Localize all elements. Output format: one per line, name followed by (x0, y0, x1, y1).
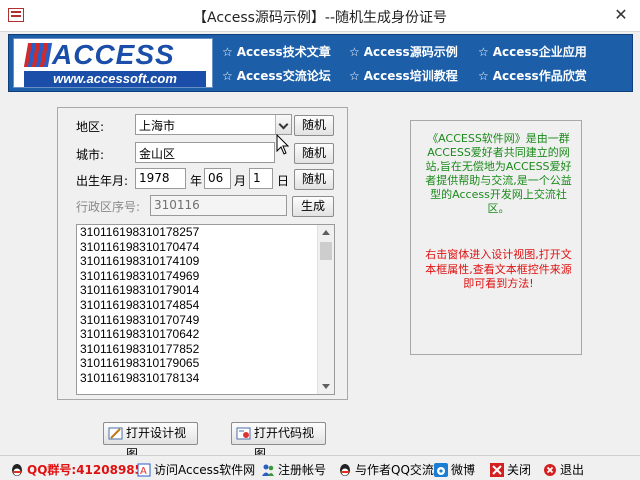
region-dropdown-icon[interactable] (275, 115, 291, 134)
window-title: 【Access源码示例】--随机生成身份证号 (192, 10, 448, 26)
weibo-link[interactable]: 微博 (434, 461, 475, 478)
seq-label: 行政区序号: (76, 200, 141, 214)
qq-chat-icon (340, 464, 350, 476)
list-item[interactable]: 310116198310174854 (77, 298, 334, 313)
day-field[interactable]: 1 (249, 168, 273, 189)
menu-source-samples[interactable]: ☆ Access源码示例 (349, 43, 458, 60)
menu-training[interactable]: ☆ Access培训教程 (349, 67, 458, 84)
list-item[interactable]: 310116198310170749 (77, 313, 334, 328)
star-icon: ☆ (222, 45, 233, 59)
star-icon: ☆ (222, 69, 233, 83)
star-icon: ☆ (478, 69, 489, 83)
list-item[interactable]: 310116198310179014 (77, 283, 334, 298)
users-icon (262, 464, 274, 476)
close-link[interactable]: 关闭 (490, 461, 531, 478)
region-combobox[interactable]: 上海市 (135, 114, 292, 135)
menu-enterprise-apps[interactable]: ☆ Access企业应用 (478, 43, 587, 60)
list-item[interactable]: 310116198310174109 (77, 254, 334, 269)
list-item[interactable]: 310116198310178257 (77, 225, 334, 240)
birth-random-button[interactable]: 随机 (294, 169, 334, 190)
title-bar: 【Access源码示例】--随机生成身份证号 ✕ (0, 0, 640, 32)
list-item[interactable]: 310116198310178134 (77, 371, 334, 386)
city-random-button[interactable]: 随机 (294, 143, 334, 164)
header-banner: ACCESS www.accessoft.com ☆ Access技术文章 ☆ Ac… (8, 34, 633, 92)
year-field[interactable]: 1978 (135, 168, 186, 189)
region-random-button[interactable]: 随机 (294, 115, 334, 136)
city-field[interactable]: 金山区 (135, 142, 275, 163)
star-icon: ☆ (349, 45, 360, 59)
scroll-thumb[interactable] (320, 242, 332, 260)
access-logo[interactable]: ACCESS www.accessoft.com (13, 38, 213, 88)
list-item[interactable]: 310116198310170474 (77, 240, 334, 255)
site-link-icon: A (137, 463, 151, 477)
list-scrollbar[interactable] (317, 225, 334, 394)
open-design-view-button[interactable]: 打开设计视图 (103, 422, 198, 461)
menu-tech-articles[interactable]: ☆ Access技术文章 (222, 43, 331, 60)
month-field[interactable]: 06 (204, 168, 231, 189)
usage-hint-text: 右击窗体进入设计视图,打开文本框属性,查看文本框控件来源即可看到方法! (425, 248, 572, 290)
menu-showcase[interactable]: ☆ Access作品欣赏 (478, 67, 587, 84)
id-number-list[interactable]: 310116198310178257 310116198310170474 3101… (76, 224, 335, 395)
region-value: 上海市 (139, 119, 176, 133)
list-item[interactable]: 310116198310174969 (77, 269, 334, 284)
birth-label: 出生年月: (76, 174, 129, 188)
star-icon: ☆ (478, 45, 489, 59)
year-unit: 年 (190, 174, 203, 188)
mouse-cursor-icon (276, 134, 290, 155)
list-item[interactable]: 310116198310177852 (77, 342, 334, 357)
svg-text:A: A (140, 466, 147, 477)
list-item[interactable]: 310116198310179065 (77, 356, 334, 371)
status-bar: QQ群号:41208985 A 访问Access软件网 注册帐号 与作者QQ交流… (0, 455, 640, 480)
menu-forum[interactable]: ☆ Access交流论坛 (222, 67, 337, 84)
design-view-icon (108, 427, 123, 440)
logo-flag-icon (23, 43, 53, 67)
power-off-icon (544, 464, 556, 476)
close-icon (490, 463, 504, 477)
logo-url: www.accessoft.com (24, 71, 206, 87)
weibo-icon (434, 463, 448, 477)
logo-text: ACCESS (52, 39, 175, 70)
window-close-button[interactable]: ✕ (610, 4, 632, 26)
code-view-icon (236, 427, 251, 440)
qq-chat-link[interactable]: 与作者QQ交流 (338, 461, 434, 478)
info-panel: 《ACCESS软件网》是由一群ACCESS爱好者共同建立的网站,旨在无偿地为AC… (410, 120, 582, 355)
city-label: 城市: (76, 148, 105, 162)
exit-link[interactable]: 退出 (543, 461, 584, 478)
visit-site-link[interactable]: A 访问Access软件网 (137, 461, 255, 478)
star-icon: ☆ (349, 69, 360, 83)
generate-button[interactable]: 生成 (292, 196, 334, 217)
site-intro-text: 《ACCESS软件网》是由一群ACCESS爱好者共同建立的网站,旨在无偿地为AC… (425, 132, 572, 215)
qq-penguin-icon (12, 464, 22, 476)
region-label: 地区: (76, 120, 105, 134)
day-unit: 日 (277, 174, 290, 188)
seq-field[interactable]: 310116 (150, 195, 287, 216)
scroll-down-icon[interactable] (322, 384, 330, 389)
month-unit: 月 (234, 174, 247, 188)
qq-group-info: QQ群号:41208985 (10, 461, 143, 478)
register-link[interactable]: 注册帐号 (261, 461, 326, 478)
city-value: 金山区 (139, 147, 176, 161)
open-code-view-button[interactable]: 打开代码视图 (231, 422, 326, 461)
scroll-up-icon[interactable] (322, 230, 330, 235)
list-item[interactable]: 310116198310170642 (77, 327, 334, 342)
